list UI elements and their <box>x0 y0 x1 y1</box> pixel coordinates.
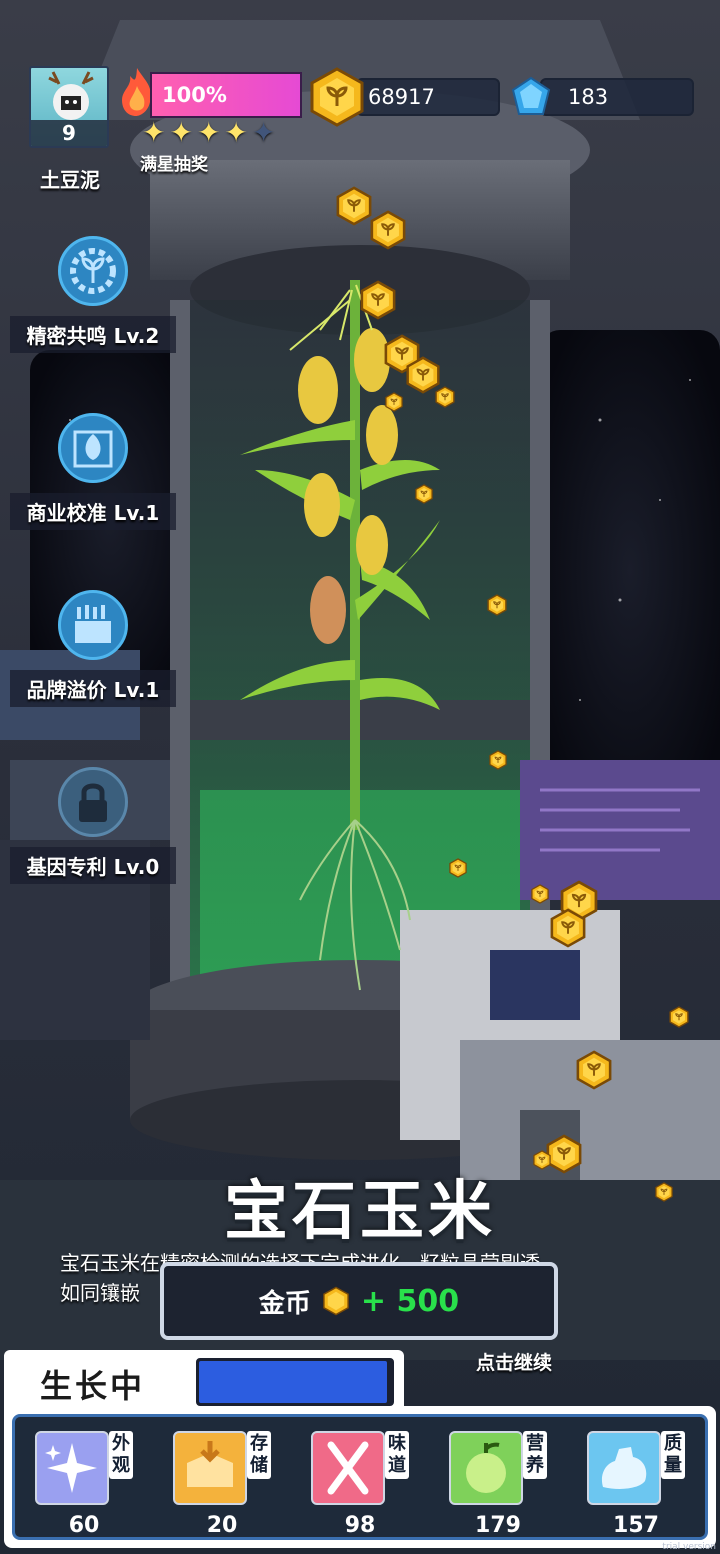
attribute-value: 20 <box>206 1513 238 1538</box>
fruit-icon <box>449 1431 523 1505</box>
reward-amount: + 500 <box>360 1283 460 1319</box>
gem-amount: 183 <box>568 85 609 109</box>
reward-box: 金币 + 500 <box>160 1262 558 1340</box>
gold-amount: 68917 <box>368 85 435 109</box>
gold-coin-icon <box>435 386 455 408</box>
muscle-icon <box>587 1431 661 1505</box>
crate-icon <box>58 590 128 660</box>
growth-progress-bar <box>196 1358 394 1406</box>
lock-icon <box>58 767 128 837</box>
item-title: 宝石玉米 <box>224 1175 496 1249</box>
star-icon: ✦ <box>169 116 193 149</box>
gold-coin-icon <box>669 1006 689 1028</box>
star-draw-button[interactable]: 满星抽奖 <box>140 150 208 175</box>
gold-coin-icon <box>370 210 406 250</box>
attributes-panel: 外观 60 存储 20 味道 98 营养 179 质量 157 <box>4 1406 716 1548</box>
watermark: trial version <box>662 1542 716 1552</box>
skill-business-calibration[interactable]: 商业校准 Lv.1 <box>10 413 176 530</box>
attribute-storage[interactable]: 存储 20 <box>167 1431 277 1538</box>
attribute-taste[interactable]: 味道 98 <box>305 1431 415 1538</box>
fork-knife-icon <box>311 1431 385 1505</box>
skill-gene-patent[interactable]: 基因专利 Lv.0 <box>10 767 176 884</box>
attribute-tag: 营养 <box>523 1431 547 1479</box>
player-avatar[interactable]: 9 <box>29 66 109 148</box>
reward-currency-label: 金币 <box>258 1288 311 1319</box>
skill-precision-resonance[interactable]: 精密共鸣 Lv.2 <box>10 236 176 353</box>
sparkle-icon <box>35 1431 109 1505</box>
star-icon: ✦ <box>196 116 221 149</box>
attribute-value: 179 <box>475 1513 521 1538</box>
energy-bar: 100% <box>150 72 302 118</box>
skill-label: 精密共鸣 Lv.2 <box>10 316 176 353</box>
star-empty-icon: ✦ <box>251 116 276 149</box>
deer-character-icon <box>48 71 94 120</box>
attribute-quality[interactable]: 质量 157 <box>581 1431 691 1538</box>
gold-coin-icon <box>550 908 586 948</box>
attribute-nutrition[interactable]: 营养 179 <box>443 1431 553 1538</box>
energy-percent: 100% <box>162 83 227 107</box>
gold-counter[interactable]: 68917 <box>356 78 500 116</box>
gold-coin-icon <box>576 1050 612 1090</box>
gold-coin-icon <box>323 1286 349 1316</box>
skill-label: 基因专利 Lv.0 <box>10 847 176 884</box>
attribute-value: 157 <box>613 1513 659 1538</box>
star-icon: ✦ <box>224 116 248 149</box>
attribute-tag: 质量 <box>661 1431 685 1479</box>
gold-coin-icon <box>385 392 403 412</box>
box-icon <box>173 1431 247 1505</box>
skill-brand-premium[interactable]: 品牌溢价 Lv.1 <box>10 590 176 707</box>
attribute-tag: 存储 <box>247 1431 271 1479</box>
gold-coin-icon <box>531 884 549 904</box>
player-level: 9 <box>31 120 107 146</box>
attribute-tag: 味道 <box>385 1431 409 1479</box>
gold-coin-icon <box>487 594 507 616</box>
skill-label: 商业校准 Lv.1 <box>10 493 176 530</box>
growth-progress-fill <box>199 1361 388 1403</box>
star-icon: ✦ <box>142 116 166 149</box>
skill-label: 品牌溢价 Lv.1 <box>10 670 176 707</box>
gold-coin-icon <box>360 280 396 320</box>
star-rating: ✦ ✦ ✦ ✦ ✦ <box>142 119 275 147</box>
player-name: 土豆泥 <box>40 168 100 192</box>
leaf-target-icon <box>58 413 128 483</box>
attribute-value: 60 <box>68 1513 100 1538</box>
gear-plant-icon <box>58 236 128 306</box>
gem-counter[interactable]: 183 <box>540 78 694 116</box>
gold-coin-icon <box>489 750 507 770</box>
attribute-appearance[interactable]: 外观 60 <box>29 1431 139 1538</box>
gold-coin-icon <box>415 484 433 504</box>
growth-status-label: 生长中 <box>40 1367 146 1405</box>
attribute-value: 98 <box>344 1513 376 1538</box>
attribute-tag: 外观 <box>109 1431 133 1479</box>
gold-coin-icon <box>449 858 467 878</box>
diamond-icon <box>511 76 551 115</box>
gold-coin-icon <box>310 67 364 127</box>
tap-to-continue[interactable]: 点击继续 <box>476 1348 552 1375</box>
